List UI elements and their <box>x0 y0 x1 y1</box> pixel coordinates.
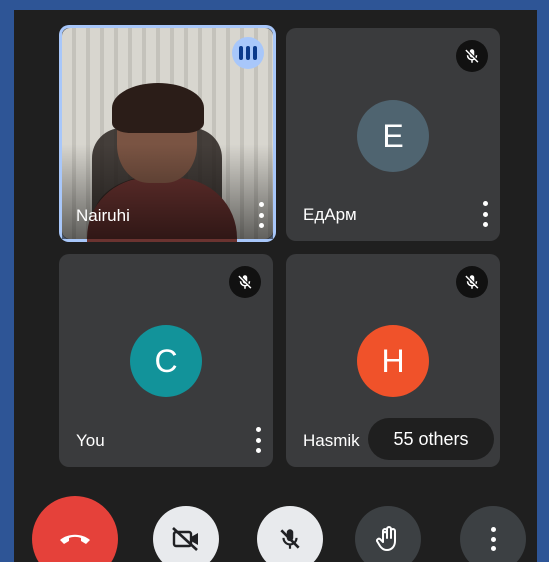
others-count-badge[interactable]: 55 others <box>368 418 494 460</box>
speaking-indicator-icon <box>232 37 264 69</box>
participant-name: Nairuhi <box>76 206 130 225</box>
more-vert-icon <box>490 527 496 551</box>
camera-off-icon <box>172 527 198 551</box>
more-options-button[interactable] <box>460 506 526 562</box>
more-vert-icon[interactable] <box>482 201 488 227</box>
microphone-toggle-button[interactable] <box>257 506 323 562</box>
more-vert-icon[interactable] <box>255 427 261 453</box>
participant-tile-edarm[interactable]: E ЕдАрм <box>286 28 500 241</box>
more-vert-icon[interactable] <box>258 202 264 228</box>
camera-toggle-button[interactable] <box>153 506 219 562</box>
participant-name: You <box>76 431 105 450</box>
avatar: E <box>357 100 429 172</box>
mic-off-icon <box>456 266 488 298</box>
participant-tile-nairuhi[interactable]: Nairuhi <box>59 25 276 242</box>
end-call-button[interactable] <box>32 496 118 562</box>
participant-name: ЕдАрм <box>303 205 357 224</box>
raise-hand-button[interactable] <box>355 506 421 562</box>
avatar: H <box>357 325 429 397</box>
meeting-screen: Nairuhi E ЕдАрм C You H Hasmik 55 others <box>14 10 537 562</box>
avatar: C <box>130 325 202 397</box>
participant-tile-you[interactable]: C You <box>59 254 273 467</box>
mic-off-icon <box>280 529 300 549</box>
phone-hangup-icon <box>60 534 90 544</box>
mic-off-icon <box>229 266 261 298</box>
mic-off-icon <box>456 40 488 72</box>
participant-name: Hasmik <box>303 431 360 450</box>
hand-icon <box>376 526 396 551</box>
